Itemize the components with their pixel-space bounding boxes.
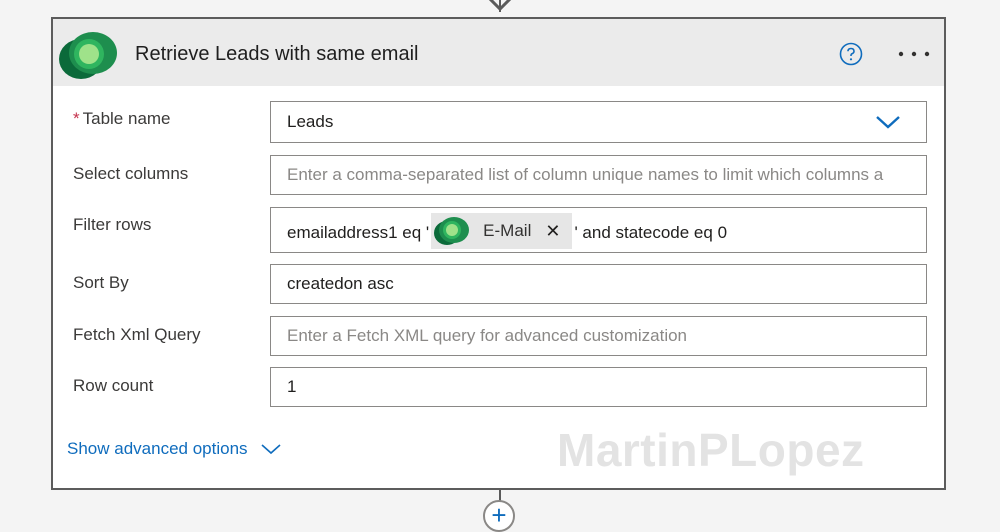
token-remove-icon[interactable]: ✕ [545,221,560,242]
select-columns-label: Select columns [73,164,189,183]
table-name-value: Leads [287,112,334,131]
filter-rows-prefix: emailaddress1 eq ' [287,223,430,242]
token-label: E-Mail [483,221,532,240]
fetch-xml-placeholder: Enter a Fetch XML query for advanced cus… [287,326,688,345]
add-step-button[interactable]: + [483,500,515,532]
table-name-label: * Table name [73,109,171,129]
chevron-down-icon [260,444,281,455]
table-name-label-text: Table name [82,109,171,128]
row-count-input[interactable]: 1 [270,367,927,407]
sort-by-input[interactable]: createdon asc [270,264,927,304]
action-card-header[interactable]: Retrieve Leads with same email [53,19,944,86]
chevron-down-icon[interactable] [874,112,902,132]
action-title: Retrieve Leads with same email [135,43,419,65]
arrow-down-icon [488,0,512,12]
dynamic-content-token[interactable]: E-Mail ✕ [431,213,573,249]
more-options-icon[interactable] [895,41,933,65]
fetch-xml-input[interactable]: Enter a Fetch XML query for advanced cus… [270,316,927,356]
watermark: MartinPLopez [557,424,865,476]
select-columns-input[interactable]: Enter a comma-separated list of column u… [270,155,927,195]
advanced-link-label: Show advanced options [67,439,248,458]
dataverse-logo-icon [434,217,470,245]
sort-by-label: Sort By [73,273,129,292]
filter-rows-input[interactable]: emailaddress1 eq ' E-Mail ✕ ' and statec… [270,207,927,253]
show-advanced-options-link[interactable]: Show advanced options [67,439,282,459]
filter-rows-label: Filter rows [73,215,152,234]
action-card: Retrieve Leads with same email * Table na… [51,17,946,490]
select-columns-placeholder: Enter a comma-separated list of column u… [287,165,884,184]
row-count-value: 1 [287,377,297,396]
table-name-dropdown[interactable]: Leads [270,101,927,143]
sort-by-value: createdon asc [287,274,394,293]
help-icon[interactable] [839,42,863,66]
dataverse-logo-icon [59,32,117,79]
fetch-xml-label: Fetch Xml Query [73,325,201,344]
row-count-label: Row count [73,376,154,395]
required-marker: * [73,109,80,128]
filter-rows-suffix: ' and statecode eq 0 [574,223,728,242]
